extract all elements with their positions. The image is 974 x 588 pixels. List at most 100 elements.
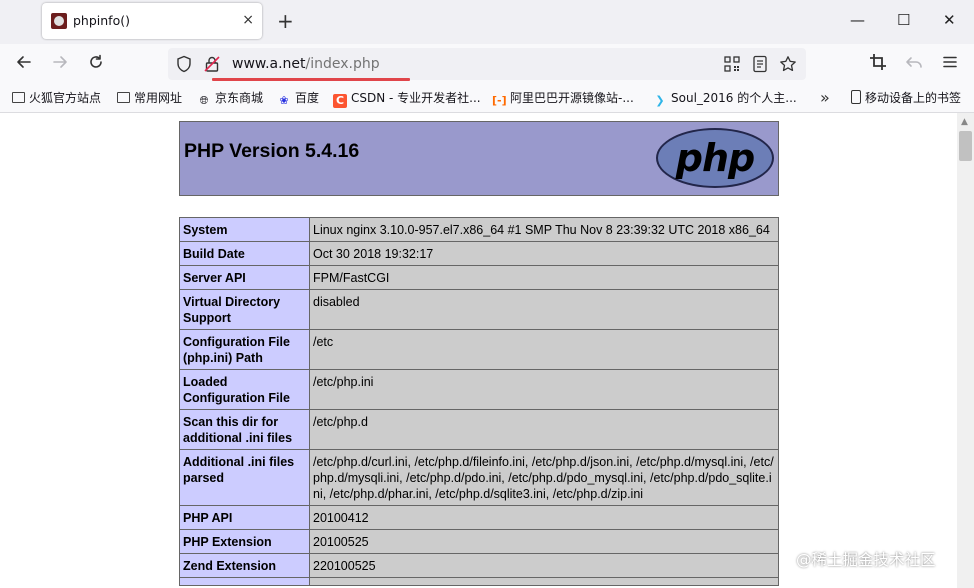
table-row: Loaded Configuration File/etc/php.ini (179, 369, 779, 410)
undo-icon (906, 57, 922, 68)
vertical-scrollbar[interactable]: ▲ (957, 113, 974, 588)
site-favicon-icon (51, 13, 67, 29)
tab-close-icon[interactable]: × (242, 11, 254, 29)
bookmark-label: CSDN - 专业开发者社... (351, 91, 481, 105)
table-row: Scan this dir for additional .ini files /… (179, 409, 779, 450)
php-version-header: PHP Version 5.4.16 php (179, 121, 779, 196)
new-tab-button[interactable]: + (277, 11, 294, 31)
bookmark-soul2016[interactable]: ❯ Soul_2016 的个人主... (653, 89, 797, 107)
alibaba-icon: [-] (492, 94, 507, 107)
table-row: Virtual Directory Support disabled (179, 289, 779, 330)
url-highlight-underline (212, 78, 410, 81)
bookmarks-toolbar: 火狐官方站点 常用网址 🌐︎ 京东商城 ❀ 百度 C CSDN - 专业开发者社...… (0, 84, 974, 113)
navigation-toolbar: www.a.net/index.php (0, 44, 974, 84)
row-label (179, 577, 310, 586)
scrollbar-thumb[interactable] (959, 131, 972, 161)
csdn-icon: C (333, 94, 347, 108)
page-content: PHP Version 5.4.16 php System Linux nginx… (0, 113, 957, 588)
bookmark-jd[interactable]: 🌐︎ 京东商城 (197, 89, 263, 107)
row-value: 20100525 (309, 529, 779, 554)
row-value: 20100412 (309, 505, 779, 530)
bookmark-label: 移动设备上的书签 (865, 91, 962, 105)
url-path: /index.php (305, 56, 380, 72)
php-logo: php (656, 128, 774, 188)
bookmark-common-sites[interactable]: 常用网址 (117, 89, 182, 107)
bookmarks-overflow-chevron-icon[interactable]: » (820, 88, 830, 107)
row-label: Scan this dir for additional .ini files (179, 409, 310, 450)
row-value: /etc/php.ini (309, 369, 779, 410)
reload-button[interactable] (85, 53, 107, 75)
mobile-icon (851, 90, 861, 104)
table-row: Build Date Oct 30 2018 19:32:17 (179, 241, 779, 266)
close-window-button[interactable]: ✕ (943, 10, 956, 30)
row-value: FPM/FastCGI (309, 265, 779, 290)
soul-icon: ❯ (655, 94, 665, 107)
row-value: /etc/php.d (309, 409, 779, 450)
url-host: www.a.net (232, 56, 306, 72)
row-label: PHP API (179, 505, 310, 530)
row-label: System (179, 217, 310, 242)
row-label: Zend Extension (179, 553, 310, 578)
crop-icon (870, 54, 886, 70)
bookmark-label: Soul_2016 的个人主... (671, 91, 797, 105)
table-row: PHP API 20100412 (179, 505, 779, 530)
bookmark-csdn[interactable]: C CSDN - 专业开发者社... (333, 89, 481, 108)
arrow-right-icon (53, 56, 67, 68)
row-label: PHP Extension (179, 529, 310, 554)
table-row: Configuration File (php.ini) Path/etc (179, 329, 779, 370)
row-label: Virtual Directory Support (179, 289, 310, 330)
row-value: Oct 30 2018 19:32:17 (309, 241, 779, 266)
php-logo-text: php (675, 136, 755, 180)
tab-strip: phpinfo() × + — ☐ ✕ (0, 0, 974, 44)
qr-code-icon[interactable] (724, 56, 740, 75)
undo-button[interactable] (903, 53, 925, 75)
php-info-table: System Linux nginx 3.10.0-957.el7.x86_64 … (179, 217, 779, 586)
arrow-left-icon (17, 56, 31, 68)
scroll-up-arrow-icon[interactable]: ▲ (961, 117, 968, 127)
back-button[interactable] (13, 53, 35, 75)
table-row (179, 577, 779, 586)
table-row: PHP Extension 20100525 (179, 529, 779, 554)
menu-button[interactable] (939, 53, 961, 75)
star-bookmark-icon[interactable] (779, 55, 797, 76)
bookmark-baidu[interactable]: ❀ 百度 (277, 89, 319, 107)
row-value: /etc (309, 329, 779, 370)
bookmark-label: 阿里巴巴开源镜像站-... (510, 91, 634, 105)
forward-button[interactable] (49, 53, 71, 75)
row-value: Linux nginx 3.10.0-957.el7.x86_64 #1 SMP… (309, 217, 779, 242)
bookmark-label: 京东商城 (215, 91, 264, 105)
row-value: disabled (309, 289, 779, 330)
minimize-button[interactable]: — (850, 10, 865, 30)
folder-icon (12, 92, 25, 103)
row-value: /etc/php.d/curl.ini, /etc/php.d/fileinfo… (309, 449, 779, 506)
screenshot-crop-button[interactable] (867, 53, 889, 75)
table-row: Zend Extension 220100525 (179, 553, 779, 578)
folder-icon (117, 92, 130, 103)
table-row: Server API FPM/FastCGI (179, 265, 779, 290)
shield-icon[interactable] (176, 55, 192, 76)
bookmark-firefox-official[interactable]: 火狐官方站点 (12, 89, 101, 107)
table-row: System Linux nginx 3.10.0-957.el7.x86_64 … (179, 217, 779, 242)
reader-view-icon[interactable] (752, 55, 768, 76)
row-label: Configuration File (php.ini) Path (179, 329, 310, 370)
row-label: Additional .ini files parsed (179, 449, 310, 506)
insecure-lock-icon[interactable] (204, 55, 220, 76)
row-value (309, 577, 779, 586)
row-label: Loaded Configuration File (179, 369, 310, 410)
reload-icon (90, 54, 102, 68)
tab-phpinfo[interactable]: phpinfo() × (42, 3, 262, 39)
table-row: Additional .ini files parsed/etc/php.d/c… (179, 449, 779, 506)
tab-title: phpinfo() (73, 13, 130, 28)
bookmark-label: 火狐官方站点 (29, 91, 102, 105)
bookmark-mobile[interactable]: 移动设备上的书签 (851, 89, 961, 107)
bookmark-label: 百度 (295, 91, 320, 105)
watermark: @稀土掘金技术社区 (796, 551, 936, 569)
row-label: Build Date (179, 241, 310, 266)
row-value: 220100525 (309, 553, 779, 578)
maximize-button[interactable]: ☐ (897, 10, 910, 30)
bookmark-label: 常用网址 (134, 91, 183, 105)
baidu-icon: ❀ (279, 94, 289, 107)
bookmark-alibaba-mirror[interactable]: [-] 阿里巴巴开源镜像站-... (492, 89, 634, 107)
url-text[interactable]: www.a.net/index.php (232, 56, 380, 72)
address-bar[interactable]: www.a.net/index.php (168, 48, 806, 81)
